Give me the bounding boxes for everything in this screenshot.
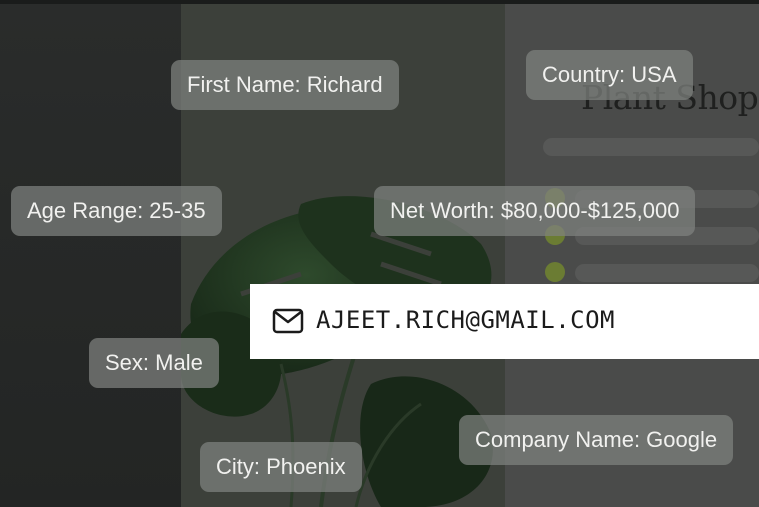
- email-address: AJEET.RICH@GMAIL.COM: [316, 306, 615, 334]
- city-tag: City: Phoenix: [200, 442, 362, 492]
- background-left: [0, 0, 181, 507]
- first-name-tag: First Name: Richard: [171, 60, 399, 110]
- age-range-tag: Age Range: 25-35: [11, 186, 222, 236]
- green-dot: [545, 262, 565, 282]
- mail-icon: [272, 308, 304, 334]
- placeholder-bar: [543, 138, 759, 156]
- country-tag: Country: USA: [526, 50, 693, 100]
- company-name-tag: Company Name: Google: [459, 415, 734, 465]
- placeholder-bar: [575, 264, 759, 282]
- sex-tag: Sex: Male: [89, 338, 219, 388]
- email-field: AJEET.RICH@GMAIL.COM: [250, 284, 759, 359]
- net-worth-tag: Net Worth: $80,000-$125,000: [374, 186, 696, 236]
